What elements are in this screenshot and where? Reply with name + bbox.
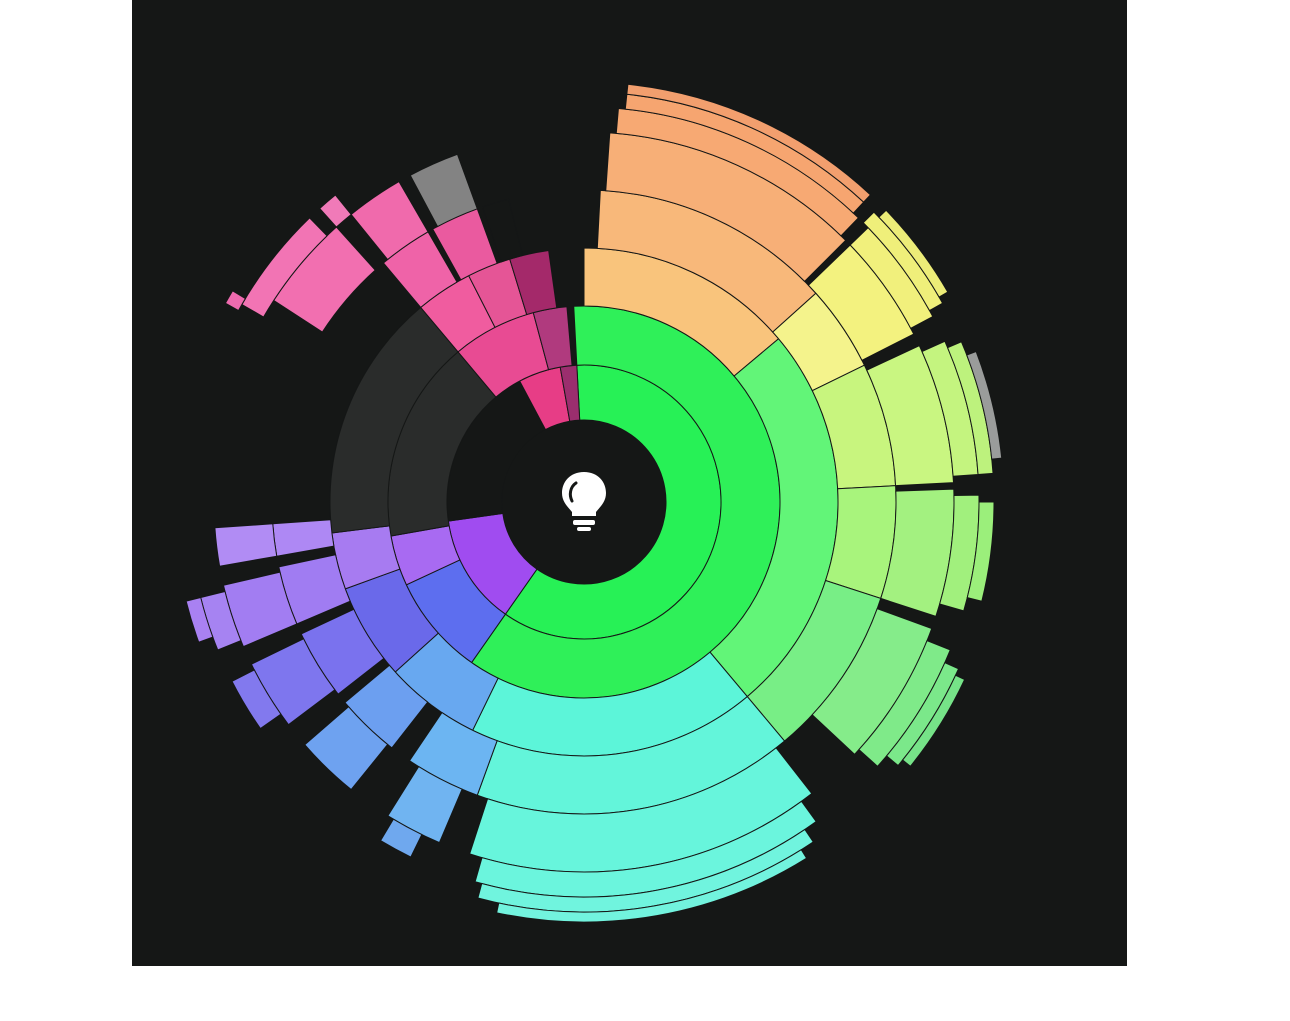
center-button[interactable] — [502, 420, 666, 584]
sunburst-segment[interactable] — [318, 194, 352, 228]
chart-canvas — [132, 0, 1127, 966]
sunburst-segment[interactable] — [272, 519, 335, 557]
sunburst-segment[interactable] — [214, 523, 278, 567]
lightbulb-icon — [562, 472, 606, 531]
sunburst-segment[interactable] — [224, 290, 247, 312]
